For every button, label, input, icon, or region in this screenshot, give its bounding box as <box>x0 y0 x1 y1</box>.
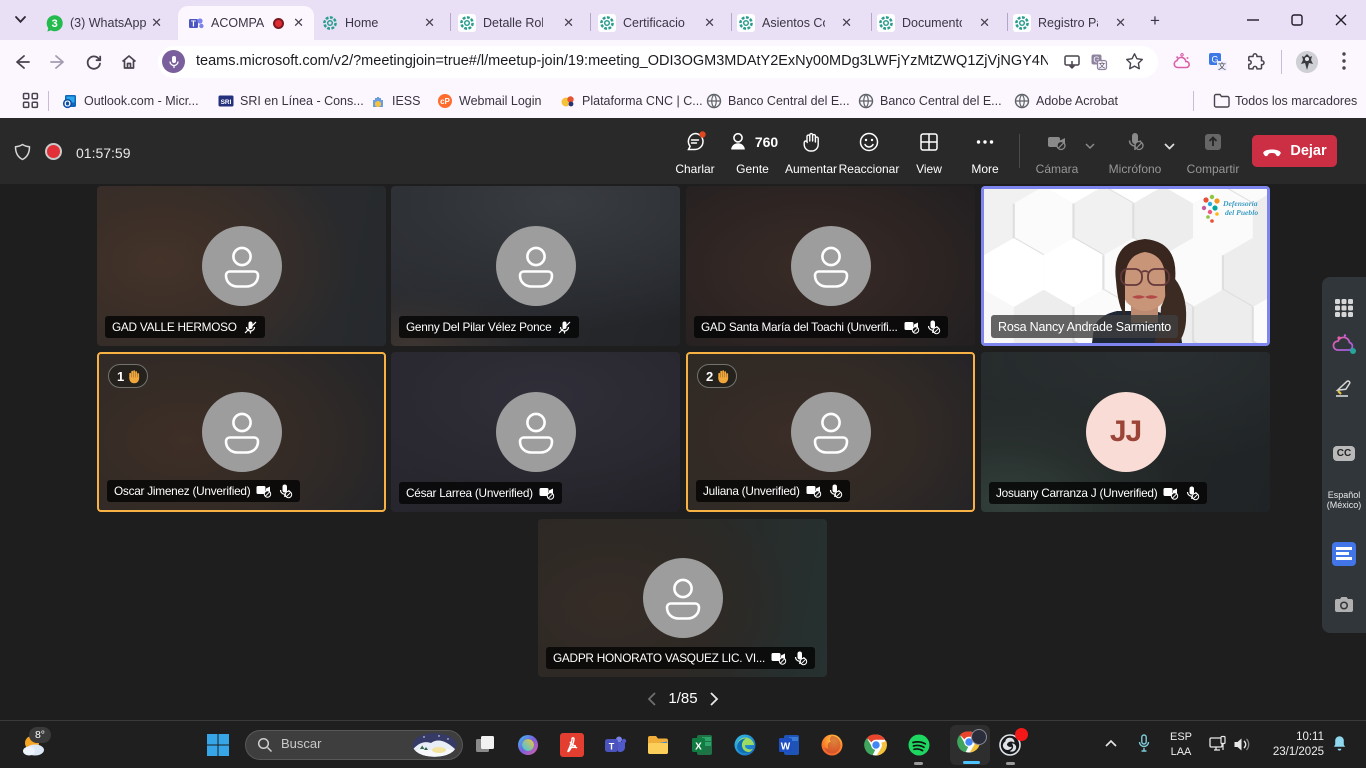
svg-text:cP: cP <box>440 97 450 106</box>
svg-text:文: 文 <box>1218 61 1226 71</box>
svg-text:文: 文 <box>1099 61 1106 70</box>
svg-text:3: 3 <box>52 18 58 30</box>
svg-text:Defensoría: Defensoría <box>1222 199 1258 208</box>
svg-text:T: T <box>191 20 196 29</box>
svg-text:W: W <box>781 742 791 753</box>
svg-text:O: O <box>64 99 71 109</box>
svg-text:T: T <box>609 742 615 752</box>
svg-text:X: X <box>695 742 702 753</box>
svg-text:del Pueblo: del Pueblo <box>1225 208 1258 217</box>
svg-text:SRI: SRI <box>221 99 232 106</box>
